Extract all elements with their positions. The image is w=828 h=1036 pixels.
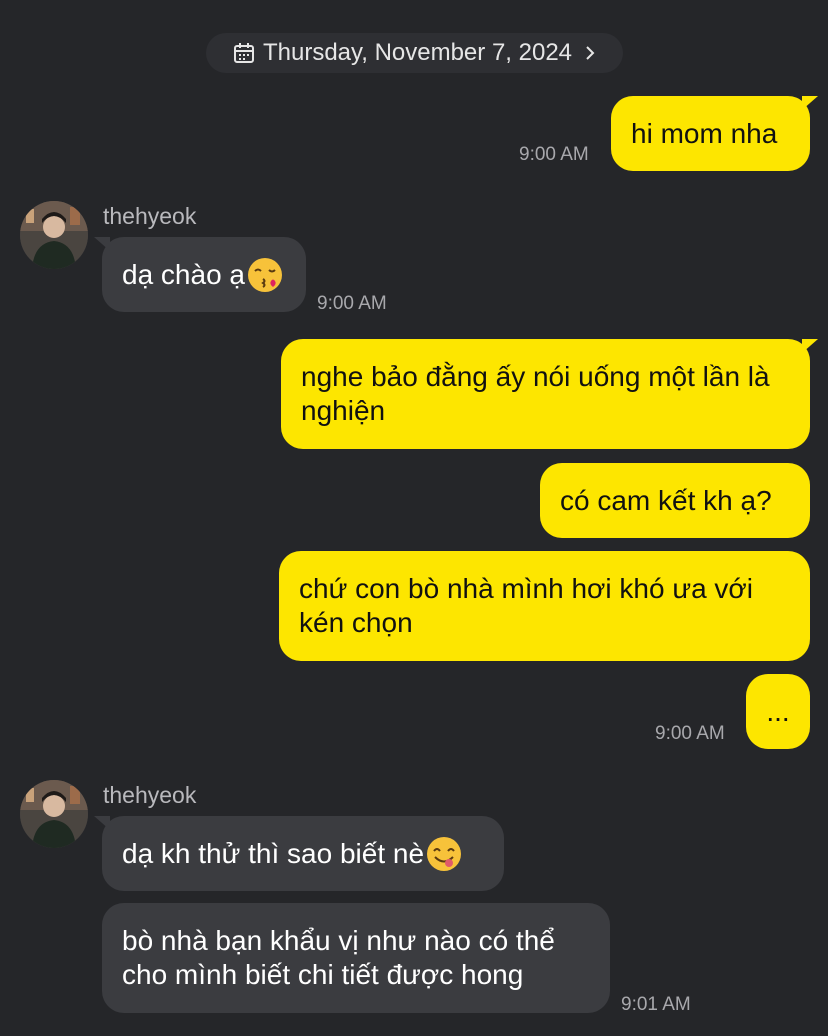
message-time: 9:01 AM [621, 994, 691, 1015]
incoming-message[interactable]: bò nhà bạn khẩu vị như nào có thể cho mì… [102, 903, 610, 1013]
message-text: dạ chào ạ [122, 258, 245, 290]
message-text: có cam kết kh ạ? [560, 484, 772, 516]
kissing-face-emoji [248, 257, 282, 292]
outgoing-message[interactable]: nghe bảo đằng ấy nói uống một lần là ngh… [281, 339, 818, 449]
date-header[interactable]: Thursday, November 7, 2024 [206, 33, 623, 73]
sender-name: thehyeok [103, 782, 197, 808]
message-text: hi mom nha [631, 117, 778, 149]
incoming-message[interactable]: dạ kh thử thì sao biết nè [94, 816, 504, 891]
outgoing-message[interactable]: ... [746, 674, 810, 749]
avatar[interactable] [20, 780, 88, 848]
message-time: 9:00 AM [519, 144, 589, 165]
message-text: dạ kh thử thì sao biết nè [122, 837, 425, 869]
avatar[interactable] [20, 201, 88, 269]
outgoing-message[interactable]: hi mom nha [611, 96, 818, 171]
sender-name: thehyeok [103, 203, 197, 229]
date-label: Thursday, November 7, 2024 [262, 39, 573, 66]
message-text: ... [766, 695, 790, 727]
yum-face-emoji [427, 836, 462, 871]
message-text: nghe bảo đằng ấy nói uống một lần là ngh… [301, 361, 770, 426]
avatar-image [20, 780, 88, 848]
message-time: 9:00 AM [317, 293, 387, 314]
incoming-message[interactable]: dạ chào ạ [94, 237, 306, 312]
message-text: bò nhà bạn khẩu vị như nào có thể cho mì… [122, 925, 555, 990]
message-text: chứ con bò nhà mình hơi khó ưa với kén c… [299, 573, 754, 638]
outgoing-message[interactable]: có cam kết kh ạ? [540, 463, 810, 538]
outgoing-message[interactable]: chứ con bò nhà mình hơi khó ưa với kén c… [279, 551, 810, 661]
chevron-right-icon [586, 46, 595, 60]
avatar-image [20, 201, 88, 269]
message-time: 9:00 AM [655, 723, 725, 744]
calendar-icon [233, 43, 254, 63]
